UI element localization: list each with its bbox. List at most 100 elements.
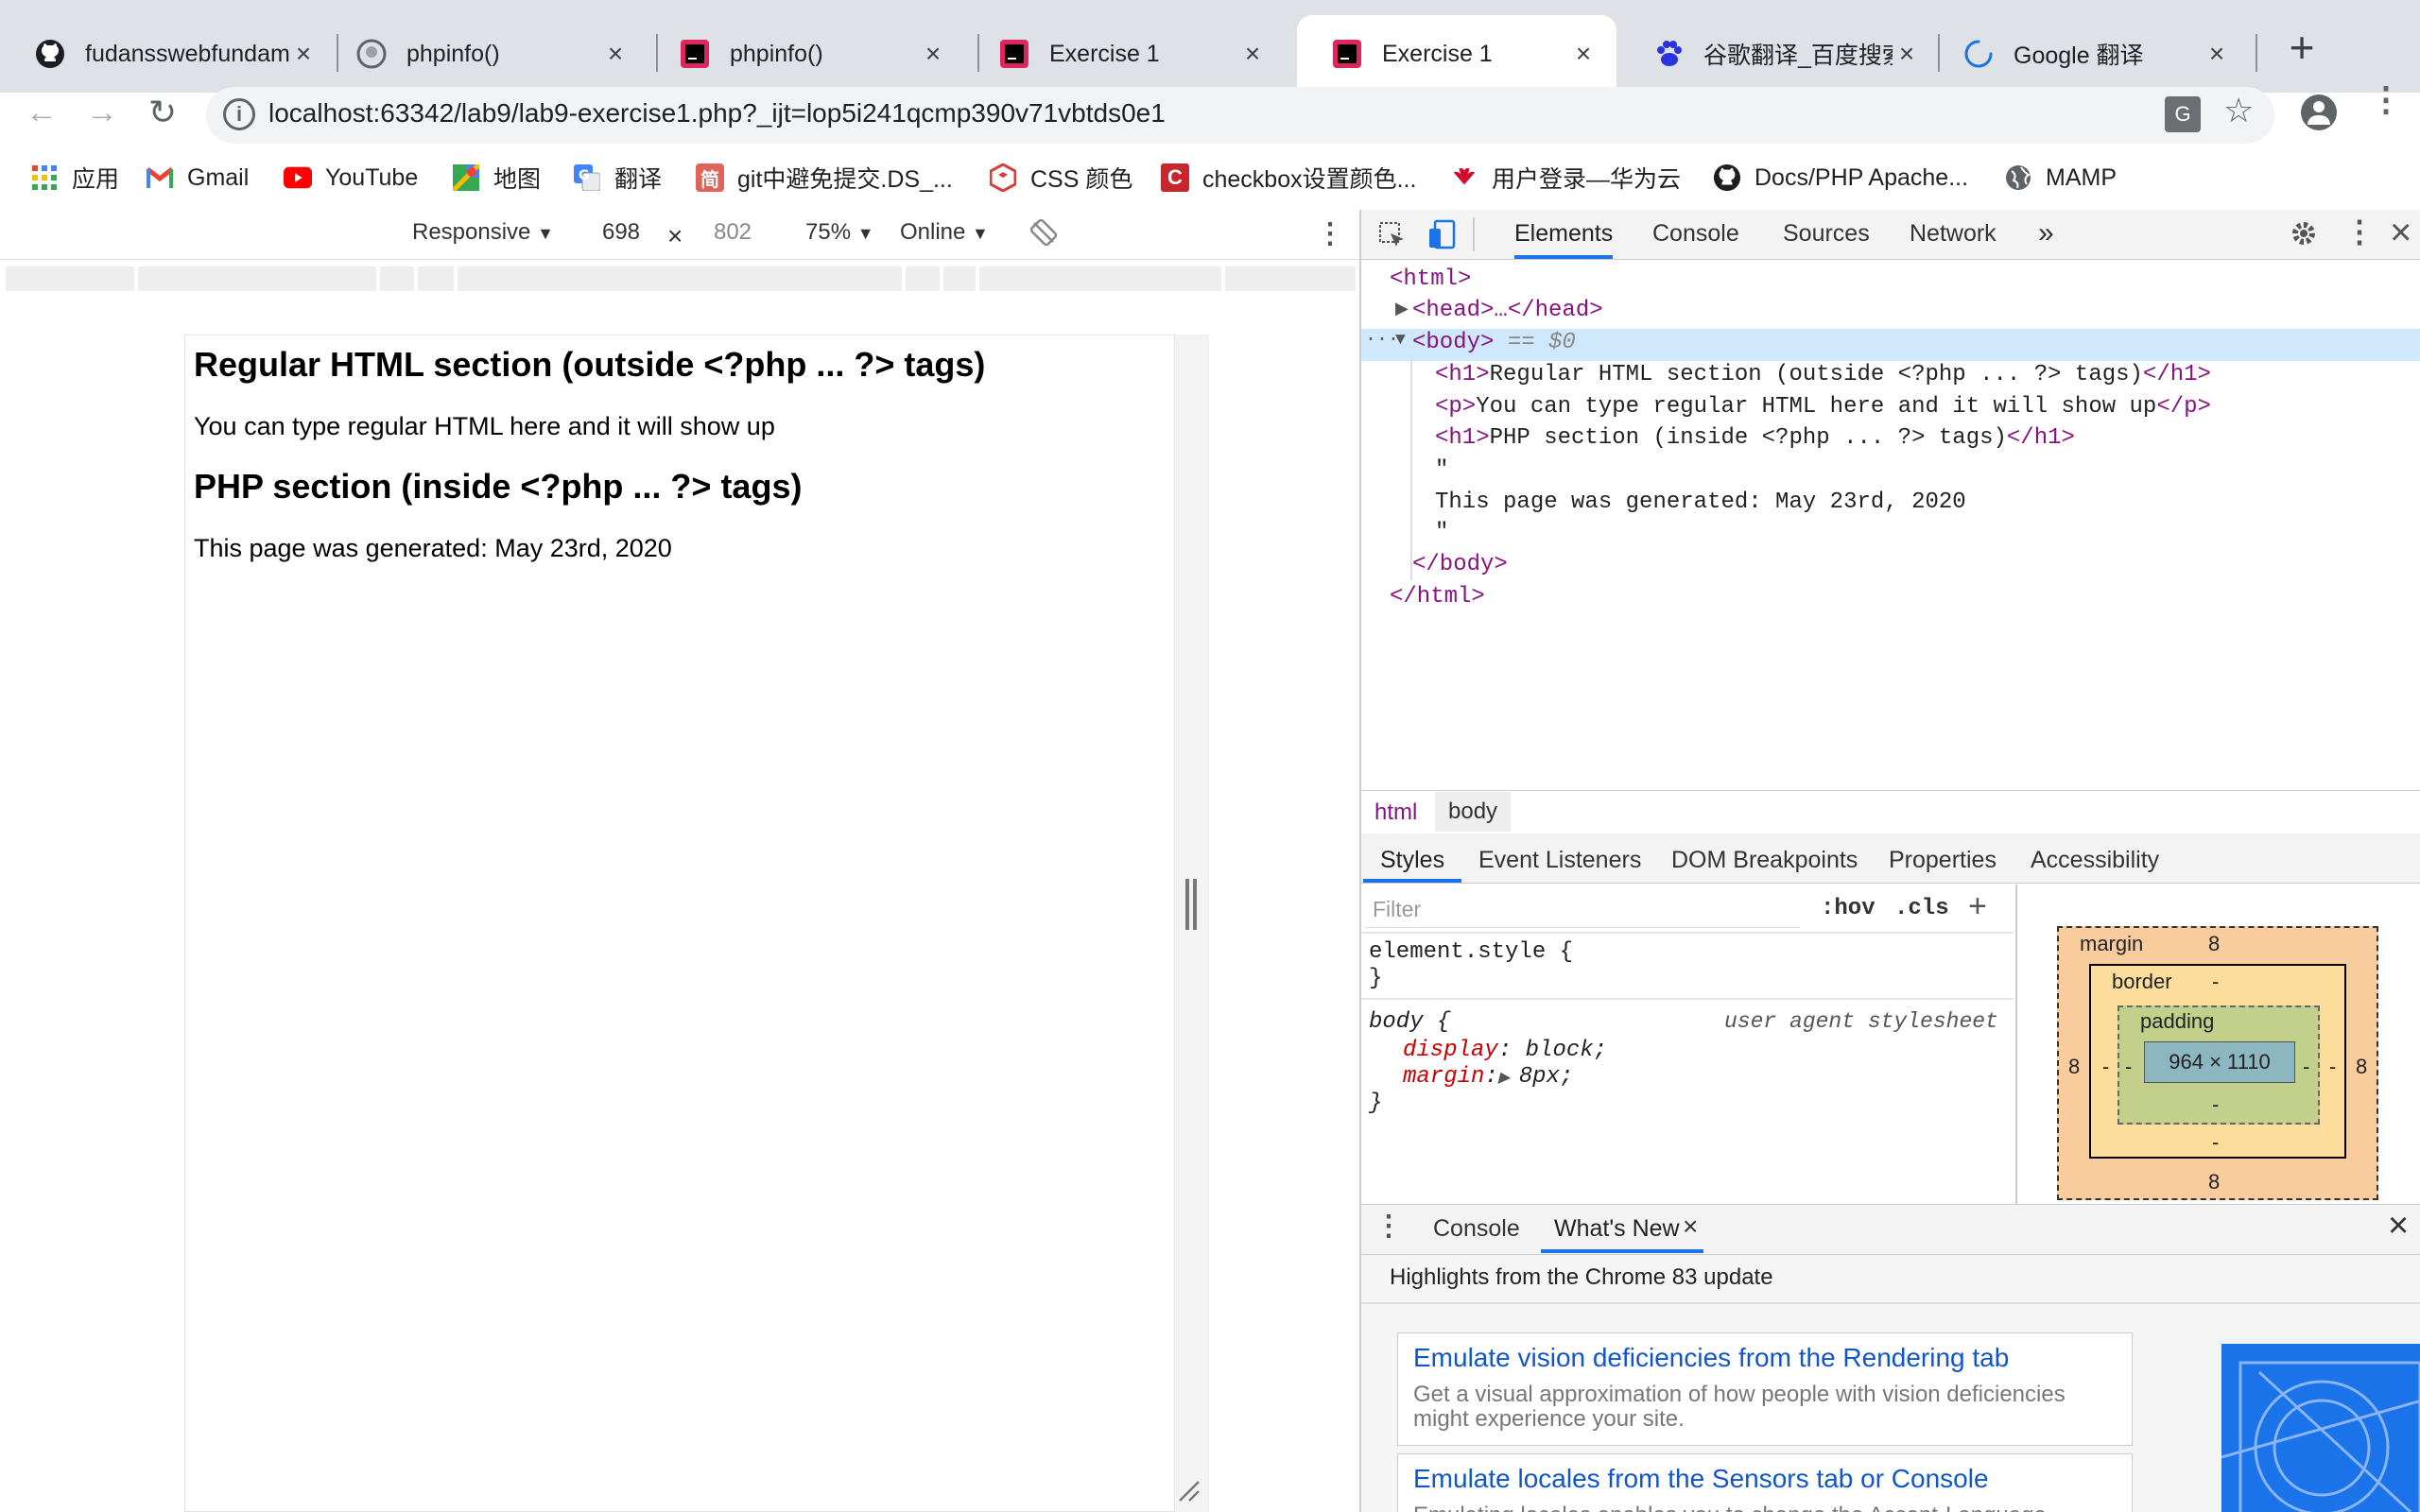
close-tab-icon[interactable]: × [289, 40, 318, 68]
dom-html-close[interactable]: </html> [1390, 584, 1485, 610]
collapse-triangle-icon[interactable]: ▼ [1395, 331, 1406, 350]
viewport-width-input[interactable]: 698 [588, 215, 654, 249]
bookmark-youtube[interactable]: YouTube [284, 159, 418, 197]
back-button[interactable]: ← [23, 94, 60, 132]
device-more-icon[interactable]: ⋮ [1316, 217, 1344, 250]
margin-left-value: 8 [2068, 1055, 2081, 1078]
dom-html-open[interactable]: <html> [1390, 266, 1471, 292]
bookmark-translate[interactable]: G 翻译 [573, 159, 662, 197]
bookmark-gmail[interactable]: Gmail [146, 159, 249, 197]
bookmark-maps[interactable]: 地图 [452, 159, 541, 197]
info-icon[interactable]: i [223, 98, 255, 130]
profile-avatar-icon[interactable] [2301, 94, 2337, 130]
dom-head[interactable]: <head>…</head> [1412, 298, 1603, 323]
drawer-menu-icon[interactable]: ⋮ [1374, 1210, 1403, 1243]
close-tab-icon[interactable]: × [1569, 40, 1598, 68]
media-query-bar[interactable] [0, 261, 1359, 297]
tab-elements[interactable]: Elements [1514, 210, 1614, 259]
close-tab-icon[interactable]: × [919, 40, 947, 68]
tab-styles[interactable]: Styles [1380, 847, 1444, 874]
device-toolbar-toggle-icon[interactable] [1427, 219, 1458, 251]
close-devtools-icon[interactable]: × [2390, 212, 2411, 254]
close-tab-icon[interactable]: × [2203, 40, 2231, 68]
tab-fudansswebfundamental[interactable]: fudansswebfundamental × [0, 15, 337, 93]
node-actions-icon[interactable]: ··· [1365, 329, 1399, 351]
dom-h1-php[interactable]: <h1>PHP section (inside <?php ... ?> tag… [1435, 425, 2075, 451]
close-tab-icon[interactable]: × [1893, 40, 1921, 68]
tab-title: Exercise 1 [1049, 40, 1160, 67]
tab-phpinfo-2[interactable]: phpinfo() × [645, 15, 966, 93]
dom-tag: </html> [1390, 584, 1485, 610]
styles-filter-input[interactable]: Filter [1365, 890, 1800, 928]
tab-phpinfo-1[interactable]: phpinfo() × [321, 15, 648, 93]
new-style-rule-icon[interactable]: + [1968, 888, 1987, 925]
resize-handle-right-2 [1193, 879, 1197, 930]
bookmark-apps[interactable]: 应用 [30, 159, 119, 197]
devtools-menu-icon[interactable]: ⋮ [2344, 214, 2375, 249]
tab-network[interactable]: Network [1910, 210, 1996, 257]
dom-body-open[interactable]: <body> == $0 [1412, 330, 1576, 355]
card-title[interactable]: Emulate vision deficiencies from the Ren… [1413, 1343, 2009, 1373]
close-whats-new-icon[interactable]: × [1683, 1211, 1698, 1242]
hov-toggle[interactable]: :hov [1821, 896, 1876, 921]
prop-value: 8px; [1518, 1064, 1574, 1090]
toolbar-divider [1473, 217, 1475, 251]
viewport-height-input[interactable]: 802 [700, 215, 766, 249]
box-model-content-size[interactable]: 964 × 1110 [2144, 1041, 2295, 1083]
whats-new-heading: Highlights from the Chrome 83 update [1390, 1264, 1773, 1290]
rotate-icon[interactable] [1029, 218, 1058, 247]
whats-new-card[interactable]: Emulate locales from the Sensors tab or … [1397, 1453, 2133, 1512]
device-mode-select[interactable]: Responsive ▼ [412, 219, 554, 246]
tab-event-listeners[interactable]: Event Listeners [1478, 847, 1641, 874]
tab-google-translate[interactable]: Google 翻译 × [1928, 15, 2250, 93]
rule-body-selector[interactable]: body { [1369, 1009, 1450, 1035]
reload-button[interactable]: ↻ [142, 93, 183, 134]
bookmark-php-apache-docs[interactable]: Docs/PHP Apache... [1713, 159, 1968, 197]
network-throttle-select[interactable]: Online ▼ [900, 219, 989, 246]
tab-dom-breakpoints[interactable]: DOM Breakpoints [1671, 847, 1858, 874]
drawer-tab-console[interactable]: Console [1433, 1215, 1520, 1243]
expand-shorthand-icon[interactable]: ▶ [1498, 1070, 1519, 1087]
bookmark-css-colors[interactable]: CSS 颜色 [989, 159, 1132, 197]
card-title[interactable]: Emulate locales from the Sensors tab or … [1413, 1464, 1989, 1494]
dom-h1-regular[interactable]: <h1>Regular HTML section (outside <?php … [1435, 362, 2211, 387]
tab-exercise1-active[interactable]: Exercise 1 × [1297, 15, 1616, 93]
bookmark-mamp[interactable]: MAMP [2004, 159, 2117, 197]
dom-body-close[interactable]: </body> [1412, 552, 1508, 577]
tab-exercise1-1[interactable]: Exercise 1 × [964, 15, 1286, 93]
inspect-element-icon[interactable] [1378, 221, 1407, 249]
bookmark-git-ds-store[interactable]: 简 git中避免提交.DS_... [696, 159, 953, 197]
tab-sources[interactable]: Sources [1783, 210, 1870, 257]
zoom-select[interactable]: 75% ▼ [805, 219, 874, 246]
resize-corner-icon[interactable] [1178, 1480, 1201, 1503]
close-tab-icon[interactable]: × [601, 40, 630, 68]
close-tab-icon[interactable]: × [1238, 40, 1267, 68]
breadcrumb-html[interactable]: html [1374, 799, 1417, 826]
close-drawer-icon[interactable]: × [2388, 1206, 2409, 1246]
chrome-menu-icon[interactable]: ⋮ [2369, 82, 2403, 116]
more-tabs-icon[interactable]: » [2038, 210, 2054, 257]
tab-console[interactable]: Console [1652, 210, 1739, 257]
cls-toggle[interactable]: .cls [1894, 896, 1949, 921]
dom-text-node[interactable]: This page was generated: May 23rd, 2020 [1435, 490, 1966, 515]
forward-button[interactable]: → [83, 94, 121, 132]
tab-baidu-translate[interactable]: 谷歌翻译_百度搜索 × [1618, 15, 1940, 93]
jianshu-icon: 简 [696, 163, 724, 192]
rule-element-style[interactable]: element.style { [1369, 939, 1573, 965]
dom-p[interactable]: <p>You can type regular HTML here and it… [1435, 394, 2211, 420]
expand-triangle-icon[interactable]: ▶ [1395, 299, 1409, 319]
tab-properties[interactable]: Properties [1889, 847, 1996, 874]
whats-new-card[interactable]: Emulate vision deficiencies from the Ren… [1397, 1332, 2133, 1446]
rule-source[interactable]: user agent stylesheet [1724, 1009, 1998, 1034]
url-text[interactable]: localhost:63342/lab9/lab9-exercise1.php?… [268, 98, 1166, 129]
settings-gear-icon[interactable] [2290, 219, 2318, 248]
new-tab-button[interactable]: + [2278, 21, 2325, 74]
tab-accessibility[interactable]: Accessibility [2031, 847, 2159, 874]
bookmark-checkbox-color[interactable]: C checkbox设置颜色... [1161, 159, 1416, 197]
drawer-tab-whats-new[interactable]: What's New [1554, 1215, 1680, 1243]
translate-icon[interactable]: G [2165, 96, 2201, 132]
star-icon[interactable]: ☆ [2223, 91, 2254, 130]
breadcrumb-body[interactable]: body [1435, 792, 1512, 832]
resize-handle-right[interactable] [1185, 879, 1189, 930]
bookmark-huawei-login[interactable]: 用户登录—华为云 [1450, 159, 1681, 197]
